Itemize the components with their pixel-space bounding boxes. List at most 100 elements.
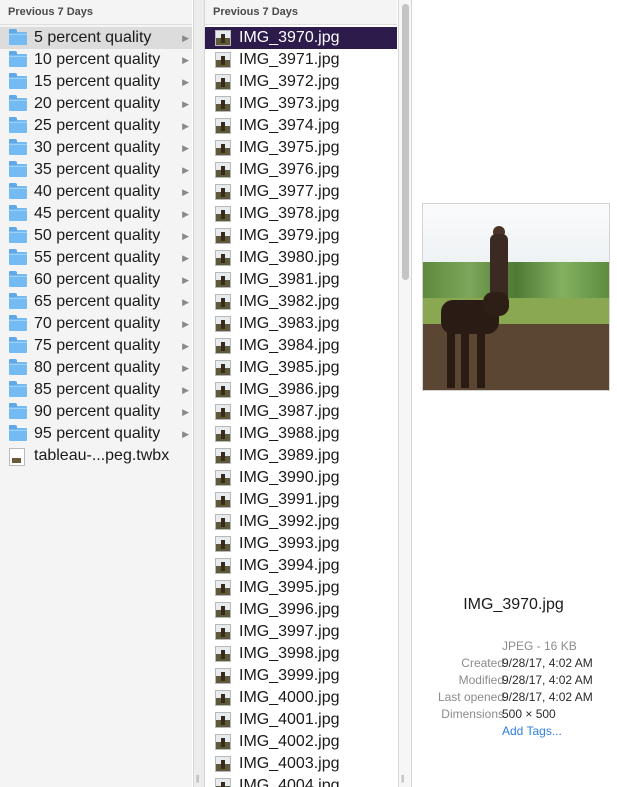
file-item[interactable]: IMG_4002.jpg xyxy=(205,731,397,753)
created-label: Created xyxy=(461,656,504,670)
column-resize-handle[interactable]: || xyxy=(193,0,205,787)
add-tags-link[interactable]: Add Tags... xyxy=(502,723,562,740)
folder-item[interactable]: 55 percent quality ▶ xyxy=(0,247,192,269)
folder-icon xyxy=(9,227,27,243)
file-name: IMG_3998.jpg xyxy=(239,645,340,662)
file-label: tableau-...peg.twbx xyxy=(34,447,170,464)
file-name: IMG_3982.jpg xyxy=(239,293,340,310)
folder-item[interactable]: 30 percent quality ▶ xyxy=(0,137,192,159)
folder-icon xyxy=(9,271,27,287)
folder-item[interactable]: 60 percent quality ▶ xyxy=(0,269,192,291)
folder-item[interactable]: 80 percent quality ▶ xyxy=(0,357,192,379)
image-thumbnail-icon xyxy=(215,448,231,464)
file-name: IMG_3972.jpg xyxy=(239,73,340,90)
folder-label: 50 percent quality xyxy=(34,227,161,244)
folder-item[interactable]: 25 percent quality ▶ xyxy=(0,115,192,137)
file-item[interactable]: IMG_3989.jpg xyxy=(205,445,397,467)
image-thumbnail-icon xyxy=(215,316,231,332)
file-item[interactable]: IMG_3994.jpg xyxy=(205,555,397,577)
chevron-right-icon: ▶ xyxy=(182,77,189,87)
file-name: IMG_3996.jpg xyxy=(239,601,340,618)
file-item[interactable]: IMG_3975.jpg xyxy=(205,137,397,159)
folder-item[interactable]: 40 percent quality ▶ xyxy=(0,181,192,203)
image-thumbnail-icon xyxy=(215,52,231,68)
file-item[interactable]: IMG_3971.jpg xyxy=(205,49,397,71)
image-thumbnail-icon xyxy=(215,294,231,310)
image-thumbnail-icon xyxy=(215,712,231,728)
file-item[interactable]: IMG_3981.jpg xyxy=(205,269,397,291)
file-item[interactable]: IMG_3995.jpg xyxy=(205,577,397,599)
file-item[interactable]: IMG_3984.jpg xyxy=(205,335,397,357)
file-item[interactable]: IMG_3972.jpg xyxy=(205,71,397,93)
folder-icon xyxy=(9,381,27,397)
folder-item[interactable]: 75 percent quality ▶ xyxy=(0,335,192,357)
folder-item[interactable]: 85 percent quality ▶ xyxy=(0,379,192,401)
file-item[interactable]: IMG_3986.jpg xyxy=(205,379,397,401)
file-item[interactable]: IMG_4004.jpg xyxy=(205,775,397,787)
file-item[interactable]: IMG_3979.jpg xyxy=(205,225,397,247)
folder-item[interactable]: 15 percent quality ▶ xyxy=(0,71,192,93)
file-item[interactable]: IMG_3985.jpg xyxy=(205,357,397,379)
file-item[interactable]: IMG_3983.jpg xyxy=(205,313,397,335)
preview-image xyxy=(422,203,610,391)
file-name: IMG_3981.jpg xyxy=(239,271,340,288)
folder-label: 15 percent quality xyxy=(34,73,161,90)
chevron-right-icon: ▶ xyxy=(182,33,189,43)
file-item[interactable]: IMG_3977.jpg xyxy=(205,181,397,203)
file-item[interactable]: IMG_3980.jpg xyxy=(205,247,397,269)
file-item[interactable]: IMG_3976.jpg xyxy=(205,159,397,181)
file-item[interactable]: IMG_3987.jpg xyxy=(205,401,397,423)
file-item[interactable]: IMG_3990.jpg xyxy=(205,467,397,489)
folder-icon xyxy=(9,161,27,177)
chevron-right-icon: ▶ xyxy=(182,55,189,65)
file-item[interactable]: IMG_3998.jpg xyxy=(205,643,397,665)
image-thumbnail-icon xyxy=(215,558,231,574)
folder-item[interactable]: 5 percent quality ▶ xyxy=(0,27,192,49)
file-name: IMG_3992.jpg xyxy=(239,513,340,530)
file-item[interactable]: tableau-...peg.twbx xyxy=(0,445,192,467)
file-item[interactable]: IMG_3988.jpg xyxy=(205,423,397,445)
file-name: IMG_3983.jpg xyxy=(239,315,340,332)
folder-label: 5 percent quality xyxy=(34,29,152,46)
folder-icon xyxy=(9,359,27,375)
file-name: IMG_3997.jpg xyxy=(239,623,340,640)
file-item[interactable]: IMG_3992.jpg xyxy=(205,511,397,533)
folder-item[interactable]: 10 percent quality ▶ xyxy=(0,49,192,71)
file-item[interactable]: IMG_3974.jpg xyxy=(205,115,397,137)
folder-item[interactable]: 90 percent quality ▶ xyxy=(0,401,192,423)
file-item[interactable]: IMG_3993.jpg xyxy=(205,533,397,555)
folder-item[interactable]: 65 percent quality ▶ xyxy=(0,291,192,313)
folder-item[interactable]: 50 percent quality ▶ xyxy=(0,225,192,247)
folder-item[interactable]: 95 percent quality ▶ xyxy=(0,423,192,445)
file-item[interactable]: IMG_3978.jpg xyxy=(205,203,397,225)
folder-item[interactable]: 20 percent quality ▶ xyxy=(0,93,192,115)
dimensions-value: 500 × 500 xyxy=(502,707,556,721)
file-item[interactable]: IMG_3996.jpg xyxy=(205,599,397,621)
image-thumbnail-icon xyxy=(215,536,231,552)
scrollbar-thumb[interactable] xyxy=(402,4,409,280)
chevron-right-icon: ▶ xyxy=(182,319,189,329)
chevron-right-icon: ▶ xyxy=(182,341,189,351)
folder-item[interactable]: 35 percent quality ▶ xyxy=(0,159,192,181)
file-item[interactable]: IMG_4001.jpg xyxy=(205,709,397,731)
image-thumbnail-icon xyxy=(215,382,231,398)
file-item[interactable]: IMG_3982.jpg xyxy=(205,291,397,313)
file-name: IMG_3974.jpg xyxy=(239,117,340,134)
file-item[interactable]: IMG_3970.jpg xyxy=(205,27,397,49)
folder-label: 20 percent quality xyxy=(34,95,161,112)
image-thumbnail-icon xyxy=(215,514,231,530)
chevron-right-icon: ▶ xyxy=(182,209,189,219)
chevron-right-icon: ▶ xyxy=(182,187,189,197)
chevron-right-icon: ▶ xyxy=(182,231,189,241)
folder-item[interactable]: 70 percent quality ▶ xyxy=(0,313,192,335)
dimensions-label: Dimensions xyxy=(441,707,504,721)
file-item[interactable]: IMG_3991.jpg xyxy=(205,489,397,511)
file-item[interactable]: IMG_4000.jpg xyxy=(205,687,397,709)
file-name: IMG_3978.jpg xyxy=(239,205,340,222)
file-item[interactable]: IMG_3973.jpg xyxy=(205,93,397,115)
folder-icon xyxy=(9,117,27,133)
folder-item[interactable]: 45 percent quality ▶ xyxy=(0,203,192,225)
file-item[interactable]: IMG_3999.jpg xyxy=(205,665,397,687)
file-item[interactable]: IMG_3997.jpg xyxy=(205,621,397,643)
file-item[interactable]: IMG_4003.jpg xyxy=(205,753,397,775)
